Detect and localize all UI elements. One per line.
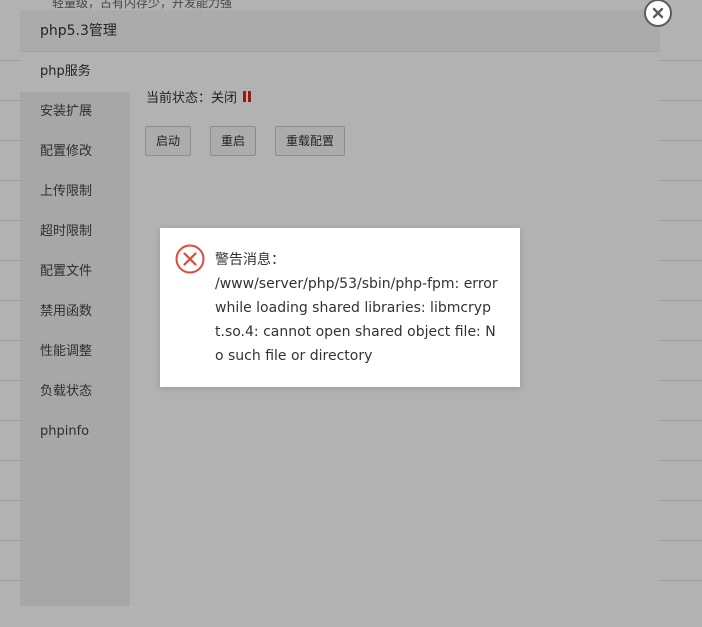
close-icon [652,7,664,19]
close-button[interactable] [644,0,672,27]
alert-title: 警告消息： [215,252,285,268]
error-circle-icon [175,244,205,274]
alert-message: /www/server/php/53/sbin/php-fpm: error w… [215,276,498,364]
alert-text: 警告消息： /www/server/php/53/sbin/php-fpm: e… [215,248,500,368]
alert-dialog: 警告消息： /www/server/php/53/sbin/php-fpm: e… [160,228,520,387]
